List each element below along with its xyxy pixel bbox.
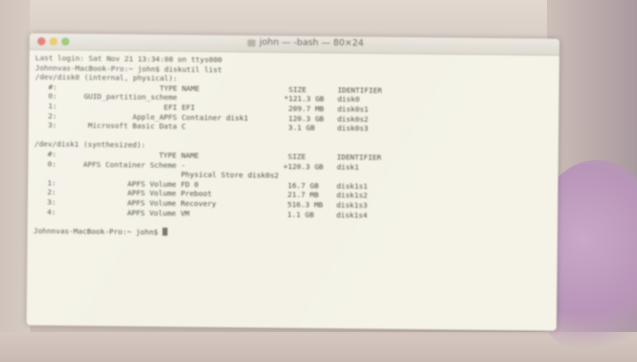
screen-bezel-left xyxy=(0,0,30,362)
screen-bezel-bottom xyxy=(0,332,637,362)
terminal-window[interactable]: john — -bash — 80×24 Last login: Sat Nov… xyxy=(26,33,560,331)
maximize-icon[interactable] xyxy=(61,37,70,46)
terminal-output[interactable]: Last login: Sat Nov 21 13:34:08 on ttys0… xyxy=(27,50,559,244)
minimize-icon[interactable] xyxy=(49,37,58,46)
cursor xyxy=(162,227,168,236)
window-title: john — -bash — 80×24 xyxy=(259,37,364,49)
prompt: Johnnvas-MacBook-Pro:~ john$ xyxy=(33,225,163,237)
photo-scene: john — -bash — 80×24 Last login: Sat Nov… xyxy=(0,0,637,362)
close-icon[interactable] xyxy=(37,37,46,46)
folder-icon xyxy=(247,39,256,47)
